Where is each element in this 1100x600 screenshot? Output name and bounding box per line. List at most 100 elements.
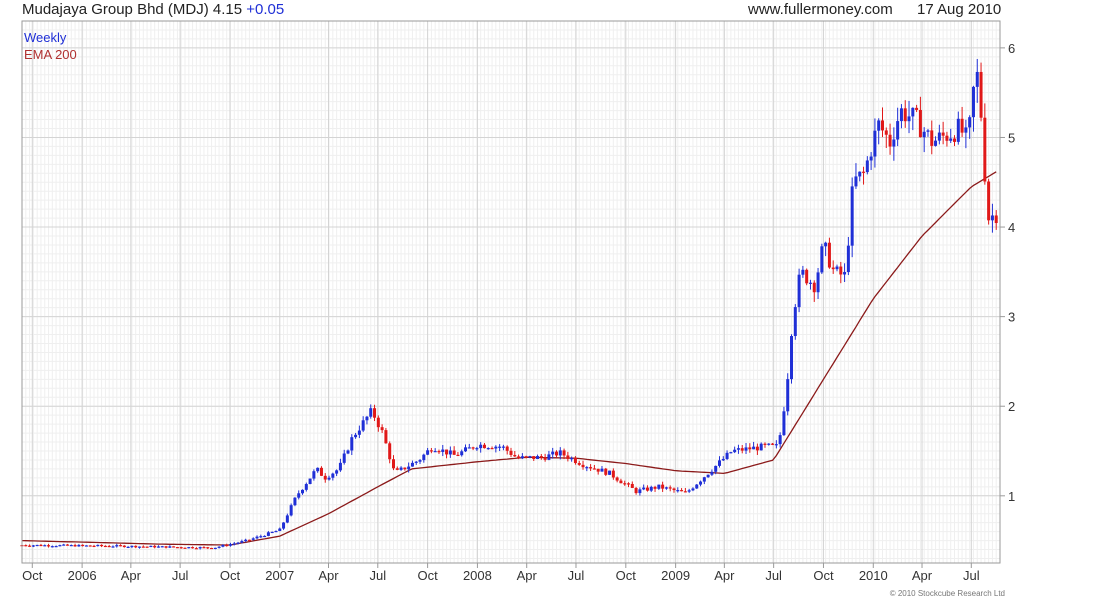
candle-body [456, 454, 460, 457]
candle-body [100, 544, 104, 547]
candle-body [536, 456, 540, 459]
candle-body [153, 545, 157, 548]
candle-body [244, 539, 248, 542]
candle-body [702, 477, 706, 482]
y-tick-label: 3 [1008, 310, 1015, 325]
candle-body [501, 446, 505, 448]
candle-body [744, 447, 748, 451]
candle-body [562, 450, 566, 456]
candle-body [979, 71, 983, 118]
candle-body [187, 547, 191, 549]
candle-body [376, 417, 380, 428]
candle-body [464, 447, 468, 452]
candle-body [354, 434, 358, 438]
candle-body [589, 467, 593, 469]
candle-body [92, 545, 96, 548]
candle-body [35, 544, 39, 547]
candle-body [755, 446, 759, 451]
candle-body [373, 408, 377, 418]
candle-body [729, 452, 733, 454]
candle-body [513, 454, 517, 457]
candle-body [805, 269, 809, 284]
candle-body [581, 464, 585, 468]
candle-body [721, 458, 725, 461]
candle-body [441, 449, 445, 452]
candle-body [869, 156, 873, 161]
candle-body [266, 532, 270, 536]
candle-body [236, 542, 240, 544]
candle-body [570, 458, 574, 460]
candle-body [54, 546, 58, 548]
candle-body [790, 336, 794, 380]
x-tick-label: Apr [121, 568, 142, 583]
candle-body [73, 545, 77, 547]
candle-body [990, 215, 994, 221]
candle-body [520, 456, 524, 459]
candle-body [388, 443, 392, 460]
candle-body [247, 539, 251, 541]
candle-body [820, 246, 824, 273]
candle-body [168, 546, 172, 548]
candle-body [403, 467, 407, 470]
candle-body [854, 176, 858, 187]
candle-body [422, 454, 426, 461]
x-tick-label: 2008 [463, 568, 492, 583]
candle-body [551, 451, 555, 455]
x-tick-label: Oct [417, 568, 438, 583]
candle-body [433, 451, 437, 453]
candle-body [899, 108, 903, 122]
grid [21, 20, 1001, 563]
candle-body [922, 131, 926, 138]
candle-body [691, 488, 695, 491]
candle-body [801, 269, 805, 275]
candle-body [850, 186, 854, 246]
candle-body [467, 447, 471, 449]
candle-body [812, 282, 816, 293]
candle-body [687, 490, 691, 492]
candle-body [342, 453, 346, 463]
x-tick-label: Jul [765, 568, 782, 583]
candle-body [206, 547, 210, 549]
candle-body [232, 543, 236, 545]
candle-body [664, 487, 668, 489]
ema-200-line [21, 171, 997, 546]
candle-body [338, 462, 342, 471]
candle-body [695, 484, 699, 489]
candle-body [285, 515, 289, 523]
candle-body [141, 546, 145, 548]
candle-body [642, 487, 646, 490]
candle-body [225, 544, 229, 547]
candle-body [634, 487, 638, 494]
candle-body [740, 448, 744, 451]
candle-body [39, 544, 43, 547]
candle-body [930, 130, 934, 146]
candle-body [43, 545, 47, 547]
candle-body [172, 546, 176, 548]
candle-body [452, 450, 456, 455]
candle-body [278, 528, 282, 532]
candle-body [28, 545, 32, 547]
candle-body [414, 461, 418, 463]
candle-body [843, 272, 847, 275]
candle-body [335, 470, 339, 474]
candle-body [926, 130, 930, 132]
candle-body [573, 458, 577, 464]
candle-body [987, 181, 991, 221]
candle-body [615, 477, 619, 481]
candle-body [554, 451, 558, 456]
legend-weekly: Weekly [24, 30, 67, 45]
candle-body [831, 267, 835, 270]
candle-body [937, 132, 941, 141]
x-tick-label: Oct [22, 568, 43, 583]
x-tick-label: Apr [318, 568, 339, 583]
candle-body [608, 470, 612, 475]
candle-body [543, 457, 547, 460]
candle-body [65, 544, 69, 546]
candle-body [880, 120, 884, 131]
candle-body [896, 121, 900, 140]
candle-body [183, 547, 187, 549]
candle-body [661, 484, 665, 489]
ema-200-path [21, 171, 997, 546]
candle-body [619, 480, 623, 484]
candle-body [524, 456, 528, 458]
